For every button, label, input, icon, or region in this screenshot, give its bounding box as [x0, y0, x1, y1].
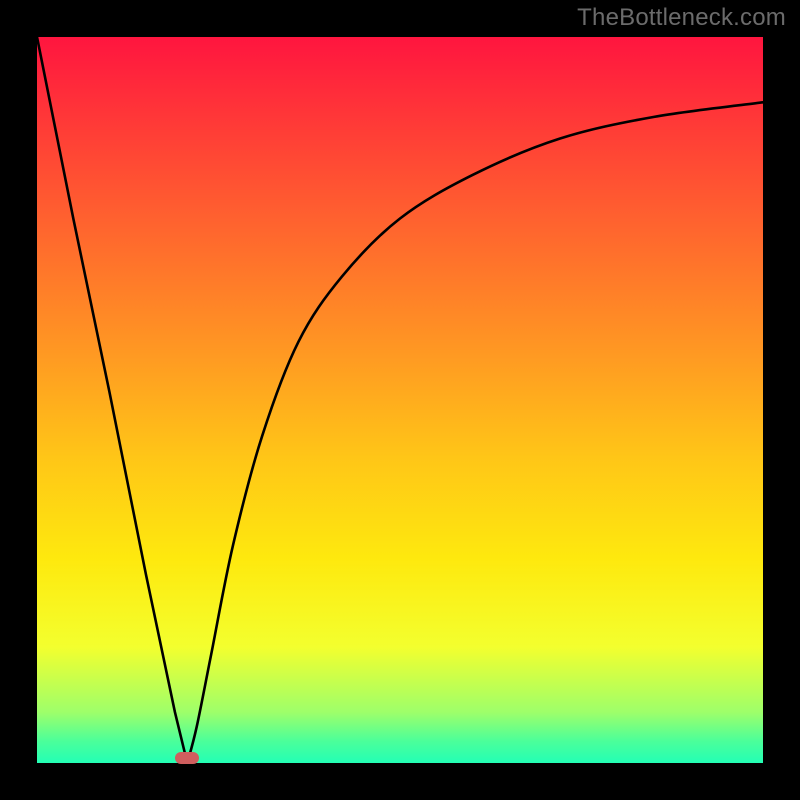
bottleneck-curve: [37, 37, 763, 763]
watermark-text: TheBottleneck.com: [577, 4, 786, 32]
plot-area: [37, 37, 763, 763]
chart-frame: TheBottleneck.com: [0, 0, 800, 800]
min-indicator: [175, 752, 199, 764]
